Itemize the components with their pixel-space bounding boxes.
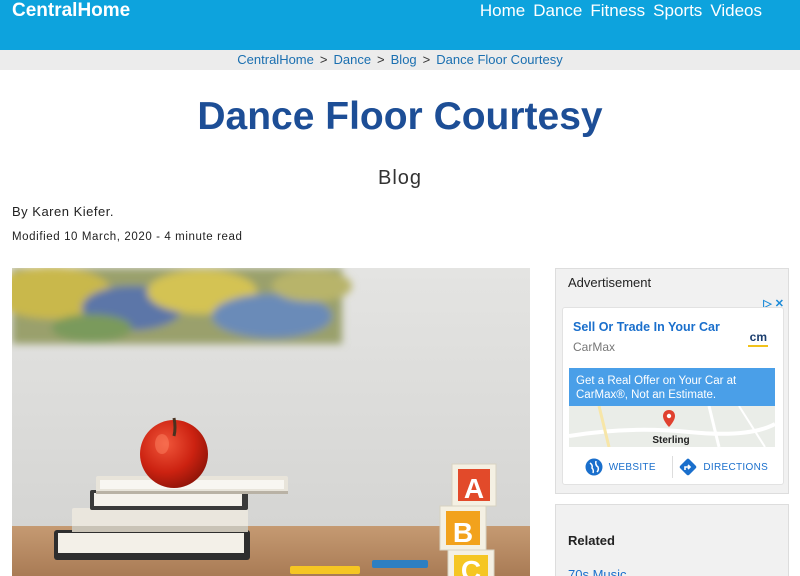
carmax-logo: cm	[749, 330, 767, 344]
globe-icon	[585, 458, 603, 476]
breadcrumb: CentralHome > Dance > Blog > Dance Floor Court…	[0, 50, 800, 70]
ad-actions: WEBSITE DIRECTIONS	[569, 454, 775, 480]
page-section: Blog	[377, 167, 423, 189]
related-panel: Related 70s Music	[555, 504, 789, 576]
hero-letter-a: A	[464, 473, 484, 504]
related-link[interactable]: 70s Music	[568, 567, 627, 576]
related-title: Related	[568, 533, 615, 548]
map-place-label: Sterling	[652, 435, 689, 446]
nav-fitness[interactable]: Fitness	[590, 0, 645, 22]
breadcrumb-blog[interactable]: Blog	[391, 52, 417, 67]
nav-dance[interactable]: Dance	[533, 0, 582, 22]
breadcrumb-separator: >	[377, 52, 385, 67]
nav-videos[interactable]: Videos	[710, 0, 762, 22]
nav-home[interactable]: Home	[480, 0, 525, 22]
breadcrumb-separator: >	[319, 52, 328, 67]
advertisement-panel: Advertisement ▷ ✕ Sell Or Trade In Your …	[555, 268, 789, 494]
nav-sports[interactable]: Sports	[653, 0, 702, 22]
ad-offer-text[interactable]: Get a Real Offer on Your Car at CarMax®,…	[569, 368, 775, 406]
carmax-logo-underline	[748, 345, 768, 347]
directions-icon	[680, 458, 697, 476]
ad-map[interactable]: Sterling	[569, 406, 775, 447]
advertisement-label: Advertisement	[568, 275, 652, 290]
hero-image: A B C	[12, 268, 530, 576]
breadcrumb-dance[interactable]: Dance	[333, 52, 371, 67]
hero-letter-c: C	[461, 555, 481, 576]
breadcrumb-home[interactable]: CentralHome	[237, 52, 314, 67]
site-brand[interactable]: CentralHome	[12, 0, 130, 22]
breadcrumb-current[interactable]: Dance Floor Courtesy	[436, 52, 562, 67]
ad-card[interactable]: Sell Or Trade In Your Car CarMax cm Get …	[562, 307, 784, 485]
article-author: By Karen Kiefer.	[12, 204, 114, 219]
page-title: Dance Floor Courtesy	[197, 95, 603, 138]
article-modified: Modified 10 March, 2020 - 4 minute read	[12, 231, 243, 243]
ad-directions-button[interactable]: DIRECTIONS	[673, 454, 776, 480]
ad-advertiser: CarMax	[573, 340, 616, 354]
main-nav: Home Dance Fitness Sports Videos	[480, 0, 762, 22]
ad-website-label: WEBSITE	[608, 461, 656, 473]
ad-website-button[interactable]: WEBSITE	[569, 454, 672, 480]
breadcrumb-separator: >	[422, 52, 431, 67]
ad-directions-label: DIRECTIONS	[703, 461, 769, 473]
site-header: CentralHome Home Dance Fitness Sports Vi…	[0, 0, 800, 50]
ad-headline[interactable]: Sell Or Trade In Your Car	[573, 320, 720, 334]
hero-letter-b: B	[453, 517, 473, 548]
